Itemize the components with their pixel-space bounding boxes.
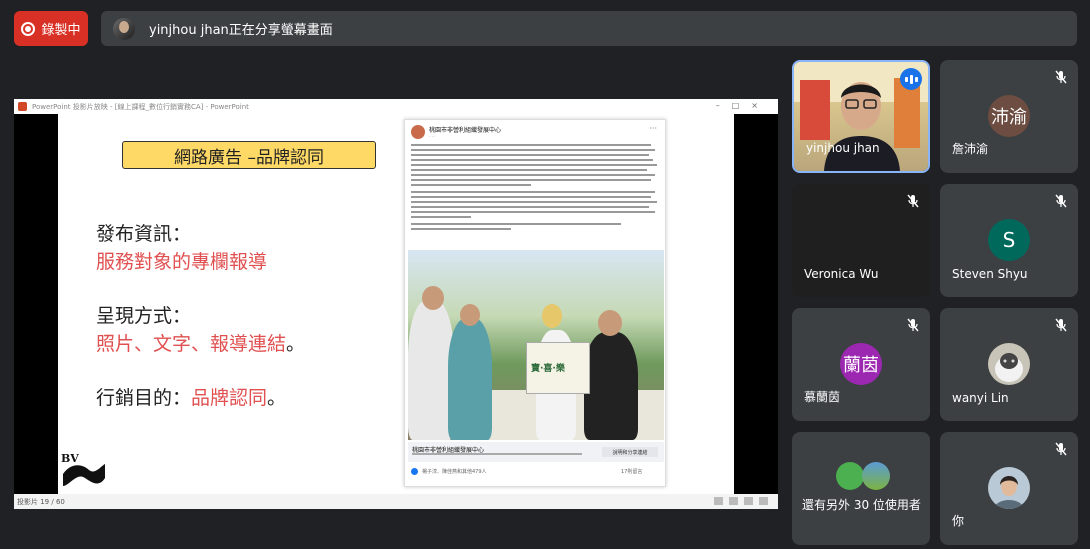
more-participants-avatars bbox=[836, 462, 890, 490]
recording-label: 錄製中 bbox=[41, 23, 81, 38]
mic-off-icon bbox=[1055, 194, 1067, 208]
view-icons bbox=[714, 497, 768, 505]
more-icon: ··· bbox=[649, 124, 657, 133]
powerpoint-icon bbox=[18, 102, 27, 111]
participant-name: wanyi Lin bbox=[952, 391, 1009, 405]
ppt-title-bar: PowerPoint 投影片放映 - [線上課程_數位行銷實務CA] - Pow… bbox=[14, 99, 778, 114]
participant-tile-self[interactable]: 你 bbox=[940, 432, 1078, 545]
fb-post-text bbox=[411, 144, 661, 233]
participant-name: Steven Shyu bbox=[952, 267, 1028, 281]
recording-button[interactable]: 錄製中 bbox=[14, 11, 88, 46]
participant-name: Veronica Wu bbox=[804, 267, 879, 281]
participant-tile-wanyi[interactable]: wanyi Lin bbox=[940, 308, 1078, 421]
fb-page-name: 桃園市非營利組織發展中心 bbox=[429, 127, 502, 134]
participant-tile-veronica[interactable]: Veronica Wu bbox=[792, 184, 930, 297]
participant-avatar: 沛渝 bbox=[988, 95, 1030, 137]
participant-name: yinjhou jhan bbox=[806, 141, 880, 155]
mic-off-icon bbox=[1055, 70, 1067, 84]
presenting-text: yinjhou jhan正在分享螢幕畫面 bbox=[149, 23, 333, 38]
audio-active-icon bbox=[900, 68, 922, 90]
slide: 網路廣告 –品牌認同 發布資訊： 服務對象的專欄報導 呈現方式： 照片、文字、報… bbox=[58, 114, 734, 494]
participant-tile-yinjhou[interactable]: yinjhou jhan bbox=[792, 60, 930, 173]
slide-heading: 網路廣告 –品牌認同 bbox=[122, 141, 376, 169]
more-participants-tile[interactable]: 還有另外 30 位使用者 bbox=[792, 432, 930, 545]
shared-screen: PowerPoint 投影片放映 - [線上課程_數位行銷實務CA] - Pow… bbox=[14, 99, 778, 509]
more-participants-label: 還有另外 30 位使用者 bbox=[802, 498, 921, 512]
slide-line-media: 照片、文字、報導連結。 bbox=[96, 333, 306, 355]
participant-avatar: 蘭茵 bbox=[840, 343, 882, 385]
fb-link-preview: 桃園市非營利組織發展中心 說明和分享連結 bbox=[408, 442, 664, 462]
fb-reactions: 楊子淳、陳佳燕和其他479人 17則留言 bbox=[411, 468, 642, 475]
fb-page-avatar bbox=[411, 125, 425, 139]
participant-tile-mulan[interactable]: 蘭茵 慕蘭茵 bbox=[792, 308, 930, 421]
facebook-post: 桃園市非營利組織發展中心 · · · ··· 寶·喜·樂 桃園市非營利組織發展中… bbox=[404, 119, 666, 487]
record-icon bbox=[21, 21, 36, 36]
ppt-status-bar: 投影片 19 / 60 bbox=[14, 494, 778, 509]
mic-off-icon bbox=[907, 194, 919, 208]
bv-logo: BV bbox=[61, 447, 109, 491]
mic-off-icon bbox=[1055, 318, 1067, 332]
slide-line-publish: 發布資訊： bbox=[96, 223, 192, 245]
participant-name: 詹沛渝 bbox=[952, 142, 989, 156]
slide-counter: 投影片 19 / 60 bbox=[17, 497, 65, 506]
participant-name: 慕蘭茵 bbox=[804, 390, 841, 404]
mic-off-icon bbox=[1055, 442, 1067, 456]
mic-off-icon bbox=[907, 318, 919, 332]
participant-photo bbox=[988, 343, 1030, 385]
participant-avatar: S bbox=[988, 219, 1030, 261]
like-icon bbox=[411, 468, 418, 475]
ppt-window-title: PowerPoint 投影片放映 - [線上課程_數位行銷實務CA] - Pow… bbox=[32, 102, 249, 111]
participant-photo bbox=[988, 467, 1030, 509]
participant-name: 你 bbox=[952, 514, 965, 528]
fb-date: · · · bbox=[429, 134, 436, 139]
presenting-bar: yinjhou jhan正在分享螢幕畫面 bbox=[101, 11, 1077, 46]
participant-tile-steven[interactable]: S Steven Shyu bbox=[940, 184, 1078, 297]
slide-line-column: 服務對象的專欄報導 bbox=[96, 251, 268, 273]
slide-line-presentation: 呈現方式： bbox=[96, 305, 192, 327]
fb-link-button: 說明和分享連結 bbox=[602, 447, 658, 457]
slide-line-goal: 行銷目的：品牌認同。 bbox=[96, 387, 287, 409]
presenter-avatar bbox=[113, 17, 135, 40]
fb-post-photo: 寶·喜·樂 bbox=[408, 250, 664, 440]
participant-tile-zhan[interactable]: 沛渝 詹沛渝 bbox=[940, 60, 1078, 173]
window-controls: –□× bbox=[715, 101, 770, 110]
photo-banner: 寶·喜·樂 bbox=[526, 342, 590, 394]
